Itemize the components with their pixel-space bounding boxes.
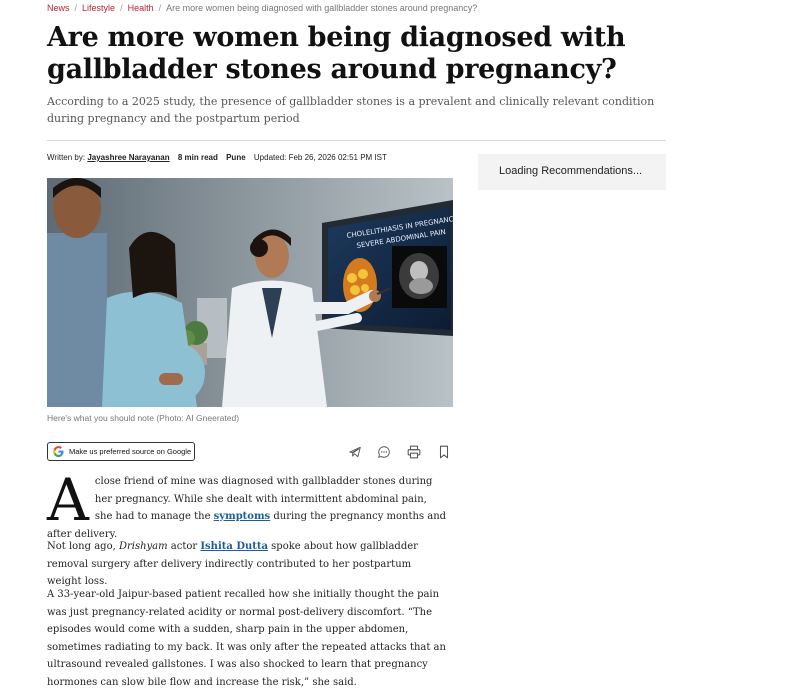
written-by-label: Written by: xyxy=(47,153,86,162)
subheadline: According to a 2025 study, the presence … xyxy=(47,95,655,125)
telegram-icon[interactable] xyxy=(348,445,362,459)
article-paragraph-3: A 33-year-old Jaipur-based patient recal… xyxy=(47,589,446,688)
monitor-display: CHOLELITHIASIS IN PREGNANCY: SEVERE ABDO… xyxy=(322,200,453,336)
hero-illustration: CHOLELITHIASIS IN PREGNANCY: SEVERE ABDO… xyxy=(47,178,453,407)
paragraph-text: Not long ago, xyxy=(47,541,119,552)
breadcrumb: News / Lifestyle / Health / Are more women bei… xyxy=(47,3,477,13)
hero-image: CHOLELITHIASIS IN PREGNANCY: SEVERE ABDO… xyxy=(47,178,453,407)
breadcrumb-lifestyle[interactable]: Lifestyle xyxy=(82,3,115,13)
breadcrumb-separator: / xyxy=(120,3,123,13)
comment-icon[interactable] xyxy=(377,445,391,459)
breadcrumb-separator: / xyxy=(158,3,162,13)
preferred-source-label: Make us preferred source on Google xyxy=(69,447,192,456)
updated-timestamp: Updated: Feb 26, 2026 02:51 PM IST xyxy=(253,153,387,162)
bookmark-icon[interactable] xyxy=(437,445,451,459)
article-paragraph-2: Not long ago, Drishyam actor Ishita Dutt… xyxy=(47,538,447,591)
preferred-source-button[interactable]: Make us preferred source on Google xyxy=(47,442,195,461)
location: Pune xyxy=(226,153,246,162)
breadcrumb-news[interactable]: News xyxy=(47,3,70,13)
man-figure xyxy=(47,178,107,407)
article-paragraph-1: Aclose friend of mine was diagnosed with… xyxy=(47,466,447,543)
breadcrumb-current: Are more women being diagnosed with gall… xyxy=(166,3,478,13)
image-caption: Here's what you should note (Photo: AI G… xyxy=(47,413,240,423)
read-time: 8 min read xyxy=(177,153,218,162)
breadcrumb-health[interactable]: Health xyxy=(128,3,154,13)
byline: Written by: Jayashree Narayanan 8 min re… xyxy=(47,153,387,162)
divider xyxy=(47,140,666,141)
google-icon xyxy=(53,446,64,457)
dropcap: A xyxy=(47,466,89,534)
paragraph-text: actor xyxy=(167,541,201,552)
author-link[interactable]: Jayashree Narayanan xyxy=(87,153,169,162)
ishita-dutta-link[interactable]: Ishita Dutta xyxy=(200,541,268,552)
breadcrumb-separator: / xyxy=(74,3,78,13)
symptoms-link[interactable]: symptoms xyxy=(214,511,271,522)
page-title: Are more women being diagnosed with gall… xyxy=(47,22,626,85)
recommendations-loading-text: Loading Recommendations... xyxy=(499,165,643,177)
film-title: Drishyam xyxy=(118,541,168,552)
recommendations-panel: Loading Recommendations... xyxy=(478,154,666,190)
print-icon[interactable] xyxy=(407,445,421,459)
